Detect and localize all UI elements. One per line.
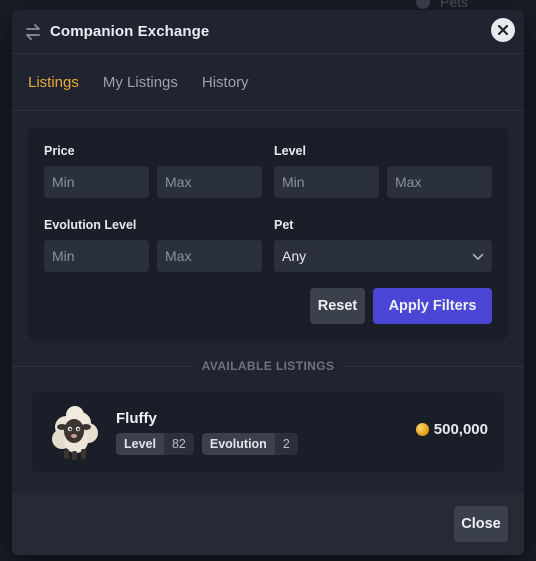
section-title: AVAILABLE LISTINGS	[201, 359, 335, 373]
price-filter: Price	[44, 144, 262, 198]
swap-arrows-icon	[24, 23, 42, 41]
chevron-down-icon	[472, 248, 484, 264]
coin-icon	[415, 423, 429, 436]
evolution-label: Evolution Level	[44, 218, 137, 232]
modal-title: Companion Exchange	[50, 23, 210, 40]
background-nav-label: Pets	[440, 0, 469, 10]
tab-my-listings[interactable]: My Listings	[103, 74, 178, 91]
section-divider: AVAILABLE LISTINGS	[12, 358, 524, 374]
pet-filter: Pet Any	[274, 218, 492, 272]
list-item[interactable]: Fluffy Level 82 Evolution 2 500,000	[32, 392, 504, 472]
tab-listings[interactable]: Listings	[28, 74, 79, 91]
price-min-input[interactable]	[44, 166, 149, 198]
price-max-input[interactable]	[157, 166, 262, 198]
modal-header: Companion Exchange	[12, 10, 524, 54]
level-filter: Level	[274, 144, 492, 198]
evolution-filter: Evolution Level	[44, 218, 262, 272]
level-min-input[interactable]	[274, 166, 379, 198]
price-value: 500,000	[433, 421, 488, 438]
reset-button[interactable]: Reset	[310, 288, 365, 324]
level-badge: Level 82	[116, 432, 194, 455]
apply-filters-button[interactable]: Apply Filters	[373, 288, 492, 324]
level-badge-value: 82	[171, 436, 186, 451]
pet-select-value: Any	[282, 248, 307, 264]
pet-name: Fluffy	[116, 409, 157, 427]
evolution-min-input[interactable]	[44, 240, 149, 272]
level-badge-label: Level	[116, 432, 164, 455]
listing-info: Fluffy Level 82 Evolution 2	[116, 410, 298, 455]
tab-bar: Listings My Listings History	[12, 54, 524, 111]
evolution-max-input[interactable]	[157, 240, 262, 272]
evolution-badge: Evolution 2	[201, 432, 298, 455]
price-label: Price	[44, 144, 75, 158]
background-nav-item: Pets	[416, 0, 468, 10]
modal-footer: Close	[12, 493, 524, 555]
tab-history[interactable]: History	[202, 74, 249, 91]
close-icon[interactable]	[491, 18, 515, 42]
filter-actions: Reset Apply Filters	[310, 288, 492, 324]
pet-label: Pet	[274, 218, 294, 232]
close-button[interactable]: Close	[454, 506, 508, 542]
evolution-badge-value: 2	[282, 436, 290, 451]
pet-select[interactable]: Any	[274, 240, 492, 272]
listing-price: 500,000	[415, 421, 488, 438]
paw-icon	[416, 0, 430, 9]
companion-exchange-modal: Companion Exchange Listings My Listings …	[12, 10, 524, 555]
filters-panel: Price Level Evolution Level	[28, 128, 508, 340]
level-max-input[interactable]	[387, 166, 492, 198]
level-label: Level	[274, 144, 306, 158]
sheep-pet-icon	[48, 403, 102, 461]
evolution-badge-label: Evolution	[201, 432, 275, 455]
